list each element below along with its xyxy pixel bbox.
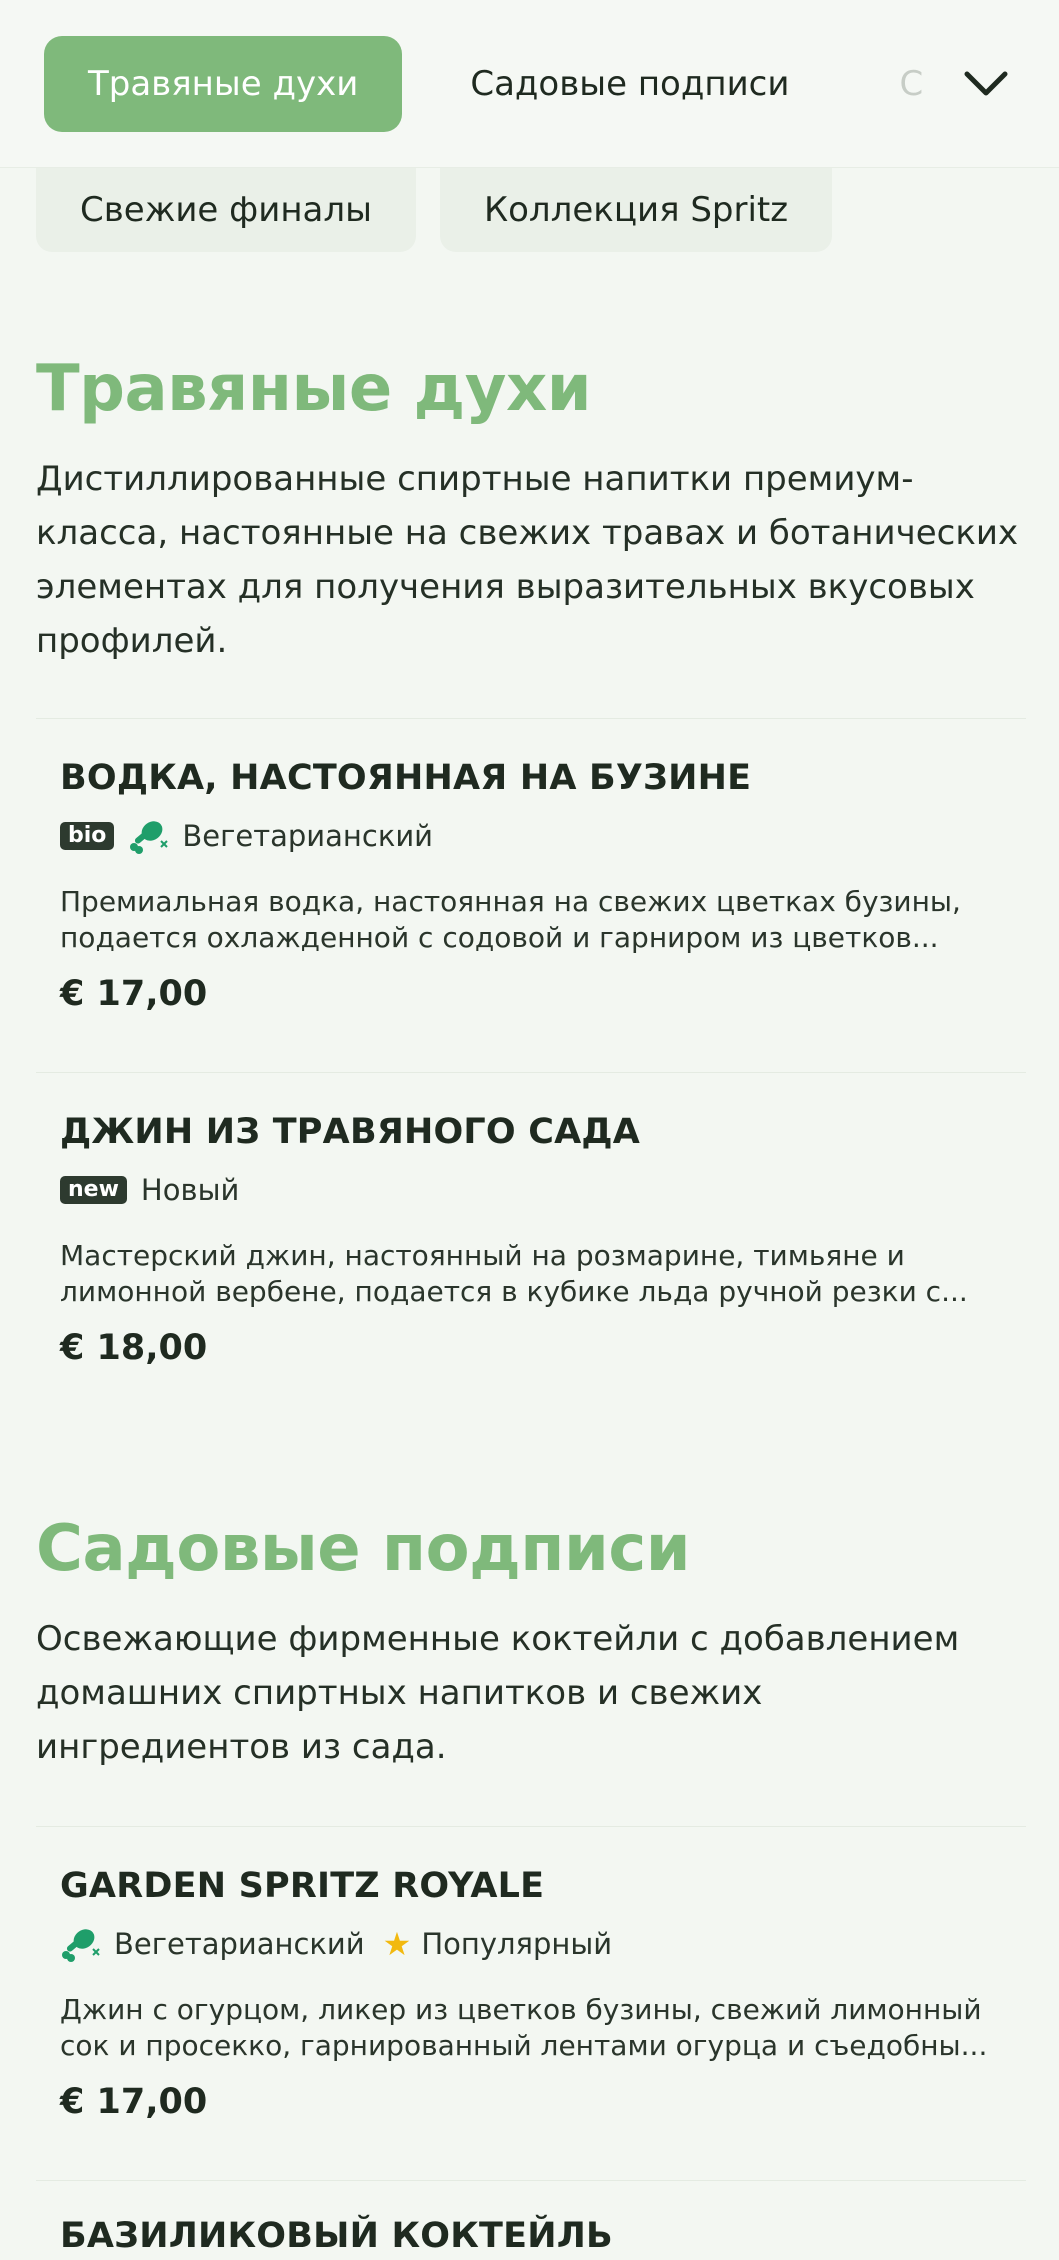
category-tabs-expanded: Свежие финалы Коллекция Spritz xyxy=(36,168,833,252)
divider xyxy=(36,1072,1026,1073)
item-tags: Вегетарианский ★ Популярный xyxy=(60,1924,1010,1964)
item-price: € 17,00 xyxy=(60,974,208,1014)
tab-herbal-spirits[interactable]: Травяные духи xyxy=(44,36,403,132)
tab-garden-signatures[interactable]: Садовые подписи xyxy=(428,36,831,132)
item-description: Премиальная водка, настоянная на свежих … xyxy=(60,885,961,954)
item-name: ВОДКА, НАСТОЯННАЯ НА БУЗИНЕ xyxy=(60,758,752,798)
item-price: € 18,00 xyxy=(60,1328,208,1368)
tag-label: Вегетарианский xyxy=(114,1927,365,1961)
divider xyxy=(36,2180,1026,2181)
menu-item[interactable]: GARDEN SPRITZ ROYALE Вегетарианский ★ По… xyxy=(60,1862,1010,2122)
section-title: Травяные духи xyxy=(36,352,592,426)
item-name: ДЖИН ИЗ ТРАВЯНОГО САДА xyxy=(60,1112,641,1152)
item-price: € 17,00 xyxy=(60,2082,208,2122)
item-description: Мастерский джин, настоянный на розмарине… xyxy=(60,1239,968,1308)
item-name: БАЗИЛИКОВЫЙ КОКТЕЙЛЬ xyxy=(60,2216,613,2256)
section-description: Освежающие фирменные коктейли с добавлен… xyxy=(36,1619,960,1767)
section-description: Дистиллированные спиртные напитки премиу… xyxy=(36,459,1019,661)
tab-fresh-finals-expanded[interactable]: Свежие финалы xyxy=(36,168,416,252)
tag-label: Новый xyxy=(140,1173,240,1207)
vegetarian-drumstick-icon xyxy=(130,821,169,854)
item-description: Джин с огурцом, ликер из цветков бузины,… xyxy=(60,1993,988,2062)
tab-fresh-finals[interactable]: Св xyxy=(857,36,923,132)
menu-item[interactable]: БАЗИЛИКОВЫЙ КОКТЕЙЛЬ xyxy=(60,2212,1010,2260)
tag-label: Популярный xyxy=(421,1927,613,1961)
divider xyxy=(36,1826,1026,1827)
divider xyxy=(36,718,1026,719)
menu-item[interactable]: ДЖИН ИЗ ТРАВЯНОГО САДА new Новый Мастерс… xyxy=(60,1108,1010,1368)
section-title: Садовые подписи xyxy=(36,1512,691,1586)
item-tags: bio Вегетарианский xyxy=(60,816,1010,856)
vegetarian-drumstick-icon xyxy=(62,1929,100,1962)
star-icon: ★ xyxy=(382,1925,412,1963)
category-nav: Травяные духи Садовые подписи Св xyxy=(0,0,1059,168)
bio-badge: bio xyxy=(60,822,115,850)
chevron-down-icon[interactable] xyxy=(961,64,1011,104)
tag-label: Вегетарианский xyxy=(182,819,434,853)
tab-spritz-collection[interactable]: Коллекция Spritz xyxy=(439,168,833,252)
new-badge: new xyxy=(60,1176,127,1204)
category-tabs: Травяные духи Садовые подписи Св xyxy=(44,36,923,132)
item-tags: new Новый xyxy=(60,1170,1010,1210)
item-name: GARDEN SPRITZ ROYALE xyxy=(60,1866,545,1906)
menu-item[interactable]: ВОДКА, НАСТОЯННАЯ НА БУЗИНЕ bio Вегетари… xyxy=(60,754,1010,1014)
